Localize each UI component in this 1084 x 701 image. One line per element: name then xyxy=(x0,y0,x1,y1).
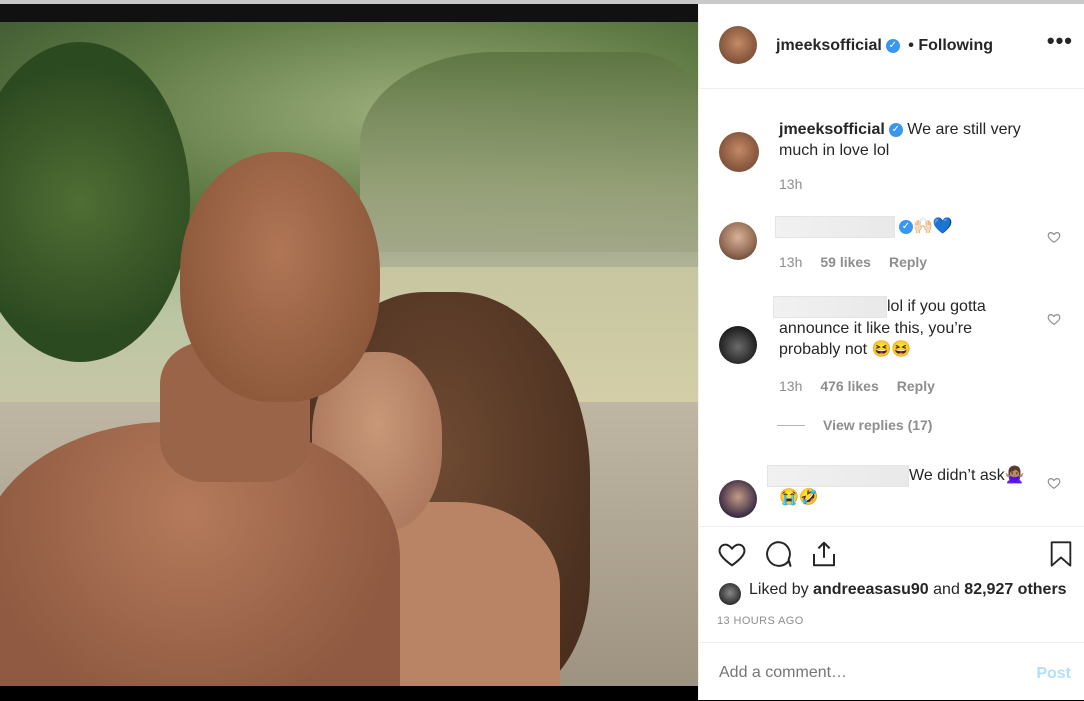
comment-meta: 13h 59 likes Reply xyxy=(779,254,945,270)
author-username[interactable]: jmeeksofficial xyxy=(776,37,882,54)
post-actions: Liked by andreeasasu90 and 82,927 others… xyxy=(699,526,1084,647)
verified-badge-icon: ✓ xyxy=(888,122,903,137)
likes-count[interactable]: 82,927 others xyxy=(964,581,1066,598)
liked-by-prefix: Liked by xyxy=(749,581,809,598)
comment-like-heart-icon[interactable] xyxy=(1047,230,1061,244)
comment-avatar[interactable] xyxy=(719,222,757,260)
author-avatar[interactable] xyxy=(719,26,757,64)
redacted-username xyxy=(775,216,895,238)
comment-line2: announce it like this, you’re xyxy=(779,320,972,337)
photo-cliff xyxy=(360,52,698,282)
comment-text: We didn’t ask🙅🏽‍♀️ 😭🤣 xyxy=(767,465,1057,508)
comment-like-heart-icon[interactable] xyxy=(1047,312,1061,326)
like-heart-icon[interactable] xyxy=(717,539,747,569)
header-info: jmeeksofficial ✓ • Following xyxy=(776,37,993,55)
liker-username[interactable]: andreeasasu90 xyxy=(813,581,929,598)
more-options-icon[interactable]: ••• xyxy=(1047,28,1073,54)
following-button[interactable]: Following xyxy=(918,37,993,54)
comment-avatar[interactable] xyxy=(719,480,757,518)
post-comment-button[interactable]: Post xyxy=(1036,665,1071,683)
separator-dot: • xyxy=(908,37,914,54)
post-header: jmeeksofficial ✓ • Following ••• xyxy=(699,4,1084,89)
caption-line2: much in love lol xyxy=(779,142,890,159)
comment-line3: probably not 😆😆 xyxy=(779,341,912,358)
instagram-post-modal: jmeeksofficial ✓ • Following ••• jmeeksof… xyxy=(0,0,1084,700)
comment-emoji: 🙌🏻💙 xyxy=(913,218,953,236)
comment-meta: 13h 476 likes Reply xyxy=(779,378,953,394)
post-photo[interactable] xyxy=(0,22,698,686)
bookmark-icon[interactable] xyxy=(1047,539,1075,569)
post-timestamp[interactable]: 13 HOURS AGO xyxy=(717,615,804,627)
comment-time[interactable]: 13h xyxy=(779,378,802,394)
redacted-username xyxy=(767,465,909,487)
liker-avatar[interactable] xyxy=(719,583,741,605)
comment-bubble-icon[interactable] xyxy=(763,539,793,569)
photo-man-head xyxy=(180,152,380,402)
reply-button[interactable]: Reply xyxy=(889,254,927,270)
comment-likes[interactable]: 59 likes xyxy=(820,254,871,270)
comment-line1: lol if you gotta xyxy=(887,298,986,316)
caption-avatar[interactable] xyxy=(719,132,759,172)
comment-line2: 😭🤣 xyxy=(779,489,819,506)
comment-text: lol if you gotta announce it like this, … xyxy=(773,296,1063,360)
view-replies-line xyxy=(777,425,805,426)
post-side-panel: jmeeksofficial ✓ • Following ••• jmeeksof… xyxy=(698,4,1084,700)
add-comment-input[interactable] xyxy=(717,663,1011,683)
comment-line1: We didn’t ask🙅🏽‍♀️ xyxy=(909,467,1025,485)
verified-badge-icon: ✓ xyxy=(899,220,913,234)
view-replies-button[interactable]: View replies (17) xyxy=(823,417,932,433)
verified-badge-icon: ✓ xyxy=(885,38,900,53)
comment-avatar[interactable] xyxy=(719,326,757,364)
caption-time[interactable]: 13h xyxy=(779,176,802,192)
reply-button[interactable]: Reply xyxy=(897,378,935,394)
liked-by-text: Liked by andreeasasu90 and 82,927 others xyxy=(749,581,1067,599)
comments-list[interactable]: jmeeksofficial ✓ We are still very much i… xyxy=(699,90,1084,526)
caption-meta: 13h xyxy=(779,176,820,192)
top-strip xyxy=(0,0,1084,22)
comment-like-heart-icon[interactable] xyxy=(1047,476,1061,490)
comment-text: ✓ 🙌🏻💙 xyxy=(775,216,1045,238)
caption-text: jmeeksofficial ✓ We are still very much i… xyxy=(779,119,1069,161)
caption-line1: We are still very xyxy=(907,121,1021,138)
add-comment-bar: Post xyxy=(699,642,1084,701)
liked-by-and: and xyxy=(933,581,960,598)
comment-likes[interactable]: 476 likes xyxy=(820,378,878,394)
caption-username[interactable]: jmeeksofficial xyxy=(779,121,885,138)
share-icon[interactable] xyxy=(809,539,839,569)
comment-time[interactable]: 13h xyxy=(779,254,802,270)
redacted-username xyxy=(773,296,887,318)
